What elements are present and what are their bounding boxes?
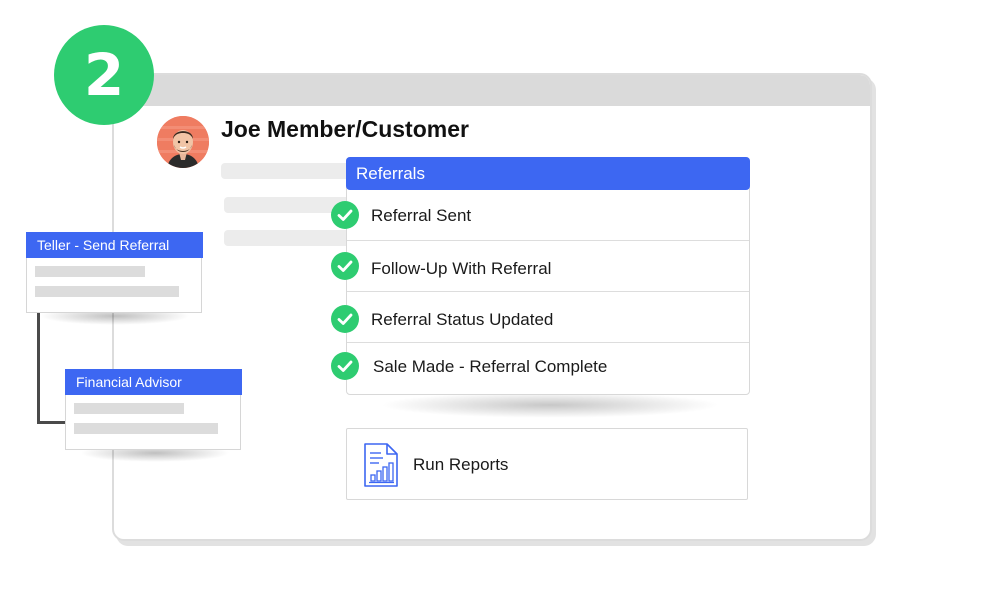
referral-item-label: Follow-Up With Referral [371,259,552,278]
check-circle-icon [331,252,359,280]
referral-item[interactable]: Referral Status Updated [347,292,749,343]
workflow-illustration: 2 Joe Member/Customer Referrals Referral… [0,0,1000,600]
step-number: 2 [83,41,125,109]
report-chart-icon [364,443,398,487]
placeholder-line [221,163,361,179]
check-circle-icon [331,352,359,380]
user-photo-icon [157,116,209,168]
run-reports-button[interactable]: Run Reports [346,428,748,500]
referral-item[interactable]: Referral Sent [347,190,749,241]
referral-item-label: Referral Status Updated [371,310,554,329]
referral-item-label: Referral Sent [371,206,472,225]
panel-shadow [380,392,720,418]
referrals-header: Referrals [346,157,750,190]
placeholder-line [74,423,218,434]
window-title-bar [114,75,870,106]
financial-advisor-card-title: Financial Advisor [65,369,242,395]
referral-item-label: Sale Made - Referral Complete [373,357,608,376]
teller-card[interactable]: Teller - Send Referral [26,232,203,313]
customer-name: Joe Member/Customer [221,116,469,142]
step-badge: 2 [54,25,154,125]
connector-line [37,421,67,424]
referrals-panel: Referrals Referral Sent Follow-Up With R… [346,157,750,395]
placeholder-line [35,286,179,297]
check-circle-icon [331,201,359,229]
placeholder-line [224,230,359,246]
check-circle-icon [331,305,359,333]
financial-advisor-card[interactable]: Financial Advisor [65,369,242,450]
placeholder-line [74,403,184,414]
referral-item[interactable]: Follow-Up With Referral [347,241,749,292]
placeholder-line [35,266,145,277]
run-reports-label: Run Reports [413,455,509,474]
referral-item[interactable]: Sale Made - Referral Complete [347,343,749,394]
avatar[interactable] [157,116,209,168]
connector-line [37,312,40,424]
teller-card-title: Teller - Send Referral [26,232,203,258]
